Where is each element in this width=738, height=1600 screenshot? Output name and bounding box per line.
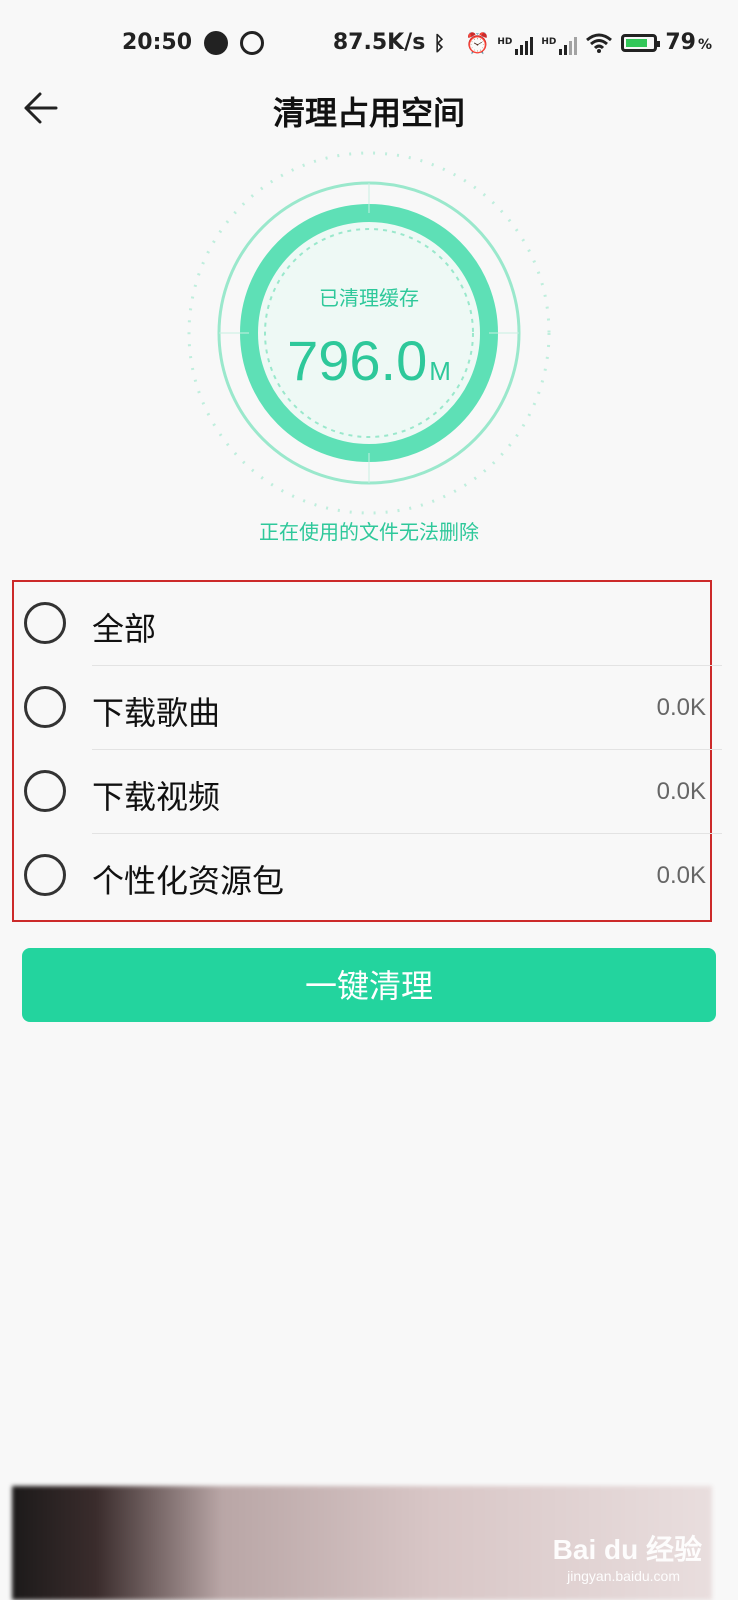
list-item-label: 个性化资源包 xyxy=(92,862,285,900)
radio-button[interactable] xyxy=(24,602,66,644)
wifi-icon xyxy=(586,33,613,53)
list-item-resource-pack[interactable]: 个性化资源包 0.0K xyxy=(14,834,710,918)
radio-button[interactable] xyxy=(24,686,66,728)
alarm-icon: ⏰ xyxy=(465,30,491,55)
battery-icon xyxy=(621,33,661,52)
list-item-songs[interactable]: 下载歌曲 0.0K xyxy=(14,666,722,750)
gauge-value: 796.0M xyxy=(184,328,554,393)
list-item-all[interactable]: 全部 xyxy=(14,582,722,666)
list-item-size: 0.0K xyxy=(656,694,706,721)
at-sign-icon xyxy=(240,30,265,55)
radio-button[interactable] xyxy=(24,770,66,812)
cache-gauge: 已清理缓存 796.0M xyxy=(184,148,554,518)
in-use-note: 正在使用的文件无法删除 xyxy=(259,520,479,544)
gauge-unit: M xyxy=(429,356,451,386)
gauge-caption: 已清理缓存 xyxy=(319,286,419,310)
battery-percent: 79% xyxy=(665,30,712,55)
gauge-number: 796.0 xyxy=(287,329,428,392)
hd-label-1: HD xyxy=(497,36,513,47)
one-click-clean-button[interactable]: 一键清理 xyxy=(22,948,716,1022)
globe-icon xyxy=(204,30,229,55)
network-speed: 87.5K/s xyxy=(332,30,426,55)
radio-button[interactable] xyxy=(24,854,66,896)
status-right: 87.5K/s ᛒ ⏰ HD HD 79% xyxy=(333,30,712,55)
list-item-size: 0.0K xyxy=(656,862,706,889)
list-item-label: 下载视频 xyxy=(92,778,221,816)
watermark-url: jingyan.baidu.com xyxy=(567,1568,680,1584)
list-item-videos[interactable]: 下载视频 0.0K xyxy=(14,750,722,834)
page-title: 清理占用空间 xyxy=(272,94,465,132)
status-time: 20:50 xyxy=(122,30,193,55)
bluetooth-icon: ᛒ xyxy=(433,30,446,55)
status-bar: 20:50 87.5K/s ᛒ ⏰ HD HD 79% xyxy=(0,0,738,84)
list-item-label: 全部 xyxy=(92,610,157,648)
list-item-size: 0.0K xyxy=(656,778,706,805)
signal-icon-2: HD xyxy=(541,31,578,55)
clean-options-list: 全部 下载歌曲 0.0K 下载视频 0.0K 个性化资源包 0.0K xyxy=(12,580,722,922)
status-left: 20:50 xyxy=(122,30,265,55)
signal-icon-1: HD xyxy=(497,31,534,55)
baidu-watermark: Bai du 经验 xyxy=(552,1534,702,1565)
hd-label-2: HD xyxy=(541,36,557,47)
header: 清理占用空间 xyxy=(0,84,738,154)
list-item-label: 下载歌曲 xyxy=(92,694,221,732)
